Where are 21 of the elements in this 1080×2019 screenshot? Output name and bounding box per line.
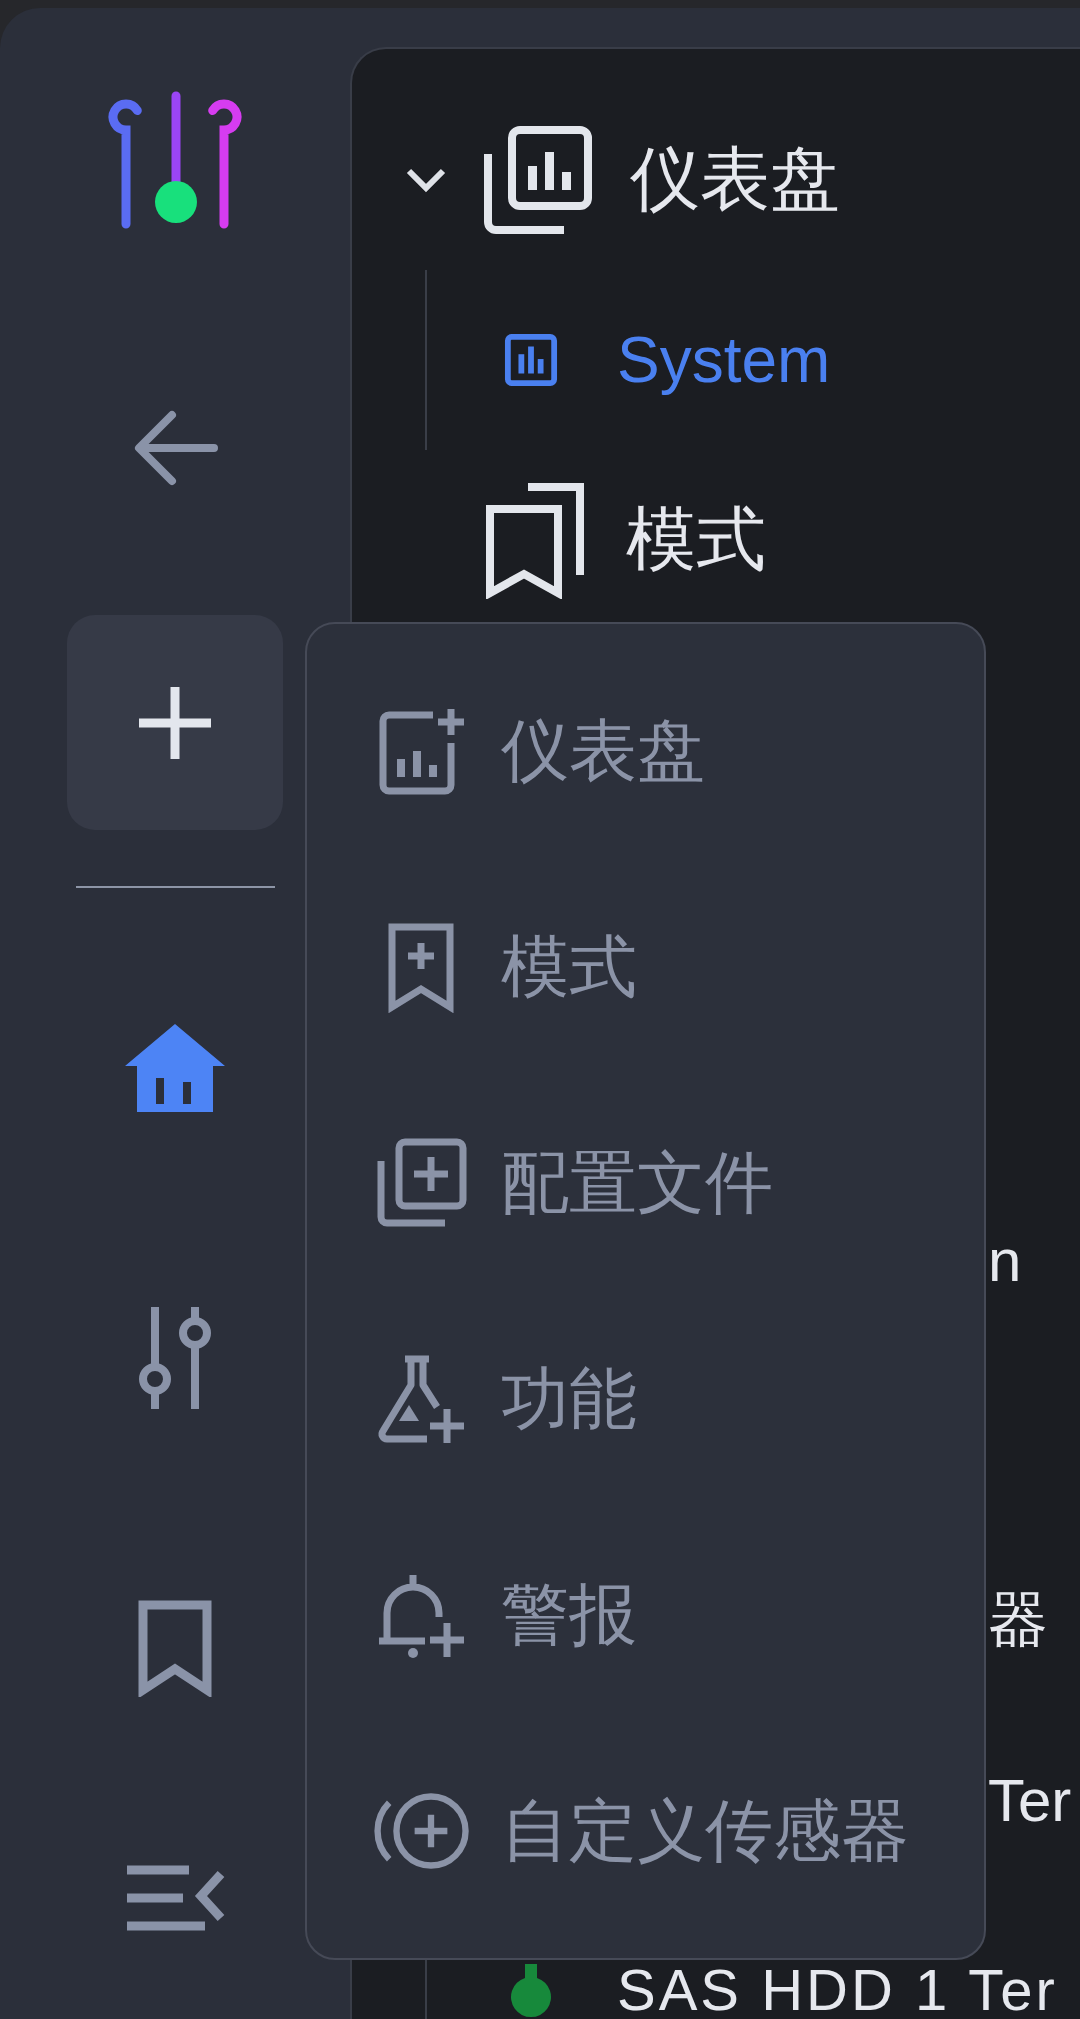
tree-item-label[interactable]: 模式 [626,493,766,587]
menu-item[interactable]: 配置文件 [307,1075,984,1291]
bookmark-plus-icon [386,921,456,1013]
menu-item[interactable]: 仪表盘 [307,643,984,859]
arrow-left-icon [132,409,218,487]
menu-item[interactable]: 功能 [307,1291,984,1507]
tree-item-label[interactable]: 器 [988,1579,1048,1661]
bar-chart-icon [504,332,558,388]
chevron-down-icon[interactable] [405,167,447,193]
menu-item[interactable]: 自定义传感器 [307,1723,984,1939]
tree-item-label[interactable]: Ter [988,1765,1072,1835]
tree-item-label[interactable]: n [988,1225,1022,1295]
tree-item-label[interactable]: 仪表盘 [630,133,840,227]
tree-item-label[interactable]: System [617,323,831,397]
bookmark-icon [137,1599,213,1697]
stacked-chart-icon [484,126,592,234]
tree-item-label[interactable]: SAS HDD 1 Ter [617,1962,1058,2019]
menu-item[interactable]: 模式 [307,859,984,1075]
house-icon [123,1022,227,1114]
add-button[interactable] [67,615,283,830]
menu-item[interactable]: 警报 [307,1507,984,1723]
